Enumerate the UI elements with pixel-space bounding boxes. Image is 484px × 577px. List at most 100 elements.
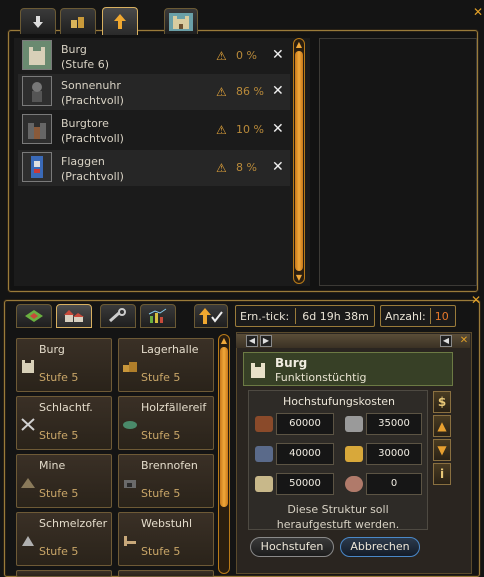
warning-icon: ⚠ <box>216 123 227 137</box>
tab-tools[interactable] <box>100 304 136 328</box>
harvest-tick-value: 6d 19h 38m <box>302 309 369 323</box>
flag-icon <box>22 152 52 182</box>
warning-icon: ⚠ <box>216 49 227 63</box>
cancel-button[interactable]: Abbrechen <box>340 537 420 557</box>
scroll-down-icon[interactable]: ▼ <box>294 273 304 282</box>
wood-icon <box>255 416 273 432</box>
building-level: Stufe 5 <box>141 545 181 558</box>
upgrade-arrow-icon <box>114 13 126 29</box>
building-name: Schlachtf. <box>39 401 93 414</box>
building-level: Stufe 5 <box>39 545 79 558</box>
tab-buildings[interactable] <box>56 304 92 328</box>
tab-resources[interactable] <box>60 8 96 34</box>
iron-icon <box>255 446 273 462</box>
condition-percent: 8 % <box>236 161 257 174</box>
warning-icon: ⚠ <box>216 85 227 99</box>
building-tile-partial[interactable] <box>118 570 214 577</box>
building-level: Stufe 5 <box>141 487 181 500</box>
building-tile-schmelzofen[interactable]: Schmelzofer Stufe 5 <box>16 512 112 566</box>
building-tile-holzfaeller[interactable]: Holzfällereif Stufe 5 <box>118 396 214 450</box>
upgrade-check-icon <box>199 308 223 324</box>
tab-demolish[interactable] <box>20 8 56 34</box>
item-name: Burg <box>61 43 87 56</box>
list-item[interactable]: Burgtore (Prachtvoll) ⚠ 10 % ✕ <box>18 112 290 148</box>
building-tile-schlachtfeld[interactable]: Schlachtf. Stufe 5 <box>16 396 112 450</box>
building-tile-brennofen[interactable]: Brennofen Stufe 5 <box>118 454 214 508</box>
downgrade-button[interactable]: ▼ <box>433 439 451 461</box>
cost-stone: 35000 <box>366 413 422 435</box>
item-name: Sonnenuhr <box>61 79 121 92</box>
prev-arrow-icon[interactable]: ◀ <box>246 335 258 347</box>
kiln-icon <box>124 480 136 488</box>
building-title: Burg <box>275 356 308 370</box>
gold-icon <box>345 446 363 462</box>
smelter-icon <box>22 536 34 546</box>
list-item[interactable]: Sonnenuhr (Prachtvoll) ⚠ 86 % ✕ <box>18 74 290 110</box>
buy-button[interactable]: $ <box>433 391 451 413</box>
scroll-thumb[interactable] <box>220 347 228 507</box>
cost-food: 0 <box>366 473 422 495</box>
info-button[interactable]: i <box>433 463 451 485</box>
cost-cloth: 50000 <box>276 473 334 495</box>
upgrade-check-button[interactable] <box>194 304 228 328</box>
building-tile-mine[interactable]: Mine Stufe 5 <box>16 454 112 508</box>
grid-scrollbar[interactable]: ▲ <box>218 334 230 574</box>
building-name: Schmelzofer <box>39 517 108 530</box>
remove-icon[interactable]: ✕ <box>272 159 284 175</box>
building-tile-burg[interactable]: Burg Stufe 5 <box>16 338 112 392</box>
tab-map[interactable] <box>16 304 52 328</box>
condition-percent: 86 % <box>236 85 264 98</box>
chart-icon <box>148 308 167 323</box>
close-icon[interactable]: ✕ <box>470 294 482 306</box>
building-name: Mine <box>39 459 66 472</box>
gate-icon <box>22 114 52 144</box>
tab-upgrade[interactable] <box>102 7 138 35</box>
tab-castle[interactable] <box>164 8 198 34</box>
remove-icon[interactable]: ✕ <box>272 121 284 137</box>
condition-percent: 10 % <box>236 123 264 136</box>
building-level: Stufe 5 <box>39 371 79 384</box>
warning-icon: ⚠ <box>216 161 227 175</box>
list-item[interactable]: Burg (Stufe 6) ⚠ 0 % ✕ <box>18 38 290 74</box>
item-name: Burgtore <box>61 117 109 130</box>
list-item[interactable]: Flaggen (Prachtvoll) ⚠ 8 % ✕ <box>18 150 290 186</box>
stone-icon <box>345 416 363 432</box>
count-value: 10 <box>434 309 449 323</box>
remove-icon[interactable]: ✕ <box>272 83 284 99</box>
scroll-up-icon[interactable]: ▲ <box>294 40 304 49</box>
sundial-icon <box>22 76 52 106</box>
scroll-thumb[interactable] <box>295 51 303 271</box>
item-level: (Prachtvoll) <box>61 170 124 183</box>
status-message-line: Diese Struktur soll <box>287 503 389 516</box>
upgrade-up-button[interactable]: ▲ <box>433 415 451 437</box>
next-arrow-icon[interactable]: ▶ <box>260 335 272 347</box>
remove-icon[interactable]: ✕ <box>272 47 284 63</box>
building-name: Lagerhalle <box>141 343 199 356</box>
list-scrollbar[interactable]: ▲ ▼ <box>293 38 305 284</box>
condition-percent: 0 % <box>236 49 257 62</box>
mine-icon <box>21 478 35 488</box>
prev-page-arrow-icon[interactable]: ◀ <box>440 335 452 347</box>
crossed-swords-icon <box>21 418 35 431</box>
upgrade-button[interactable]: Hochstufen <box>250 537 334 557</box>
cost-wood: 60000 <box>276 413 334 435</box>
building-tile-lagerhalle[interactable]: Lagerhalle Stufe 5 <box>118 338 214 392</box>
resources-icon <box>71 16 84 28</box>
building-name: Burg <box>39 343 65 356</box>
scroll-up-icon[interactable]: ▲ <box>219 336 229 345</box>
cost-gold: 30000 <box>366 443 422 465</box>
item-level: (Prachtvoll) <box>61 132 124 145</box>
tab-stats[interactable] <box>140 304 176 328</box>
harvest-tick-box: Ern.-tick: 6d 19h 38m <box>235 305 375 327</box>
close-icon[interactable]: ✕ <box>458 335 470 347</box>
building-name: Webstuhl <box>141 517 193 530</box>
item-name: Flaggen <box>61 155 105 168</box>
building-tile-webstuhl[interactable]: Webstuhl Stufe 5 <box>118 512 214 566</box>
building-level: Stufe 5 <box>39 429 79 442</box>
count-label: Anzahl: <box>385 309 426 323</box>
building-tile-partial[interactable] <box>16 570 112 577</box>
loom-icon <box>124 536 136 546</box>
wrench-icon <box>109 308 126 323</box>
sawmill-icon <box>123 421 137 429</box>
close-icon[interactable]: ✕ <box>472 6 484 18</box>
